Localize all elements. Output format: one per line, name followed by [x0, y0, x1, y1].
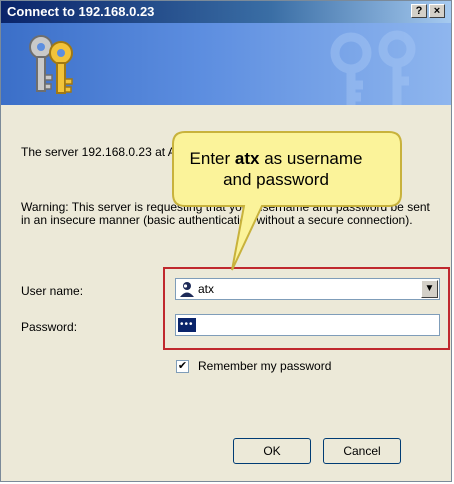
callout-username-emphasis: atx: [234, 149, 260, 168]
callout-text-line2: and password: [223, 170, 329, 189]
callout-text-part: Enter: [189, 149, 235, 168]
callout-bubble: [172, 131, 402, 271]
callout-text: Enter atx as username and password: [186, 148, 366, 190]
callout-text-part: as username: [259, 149, 363, 168]
